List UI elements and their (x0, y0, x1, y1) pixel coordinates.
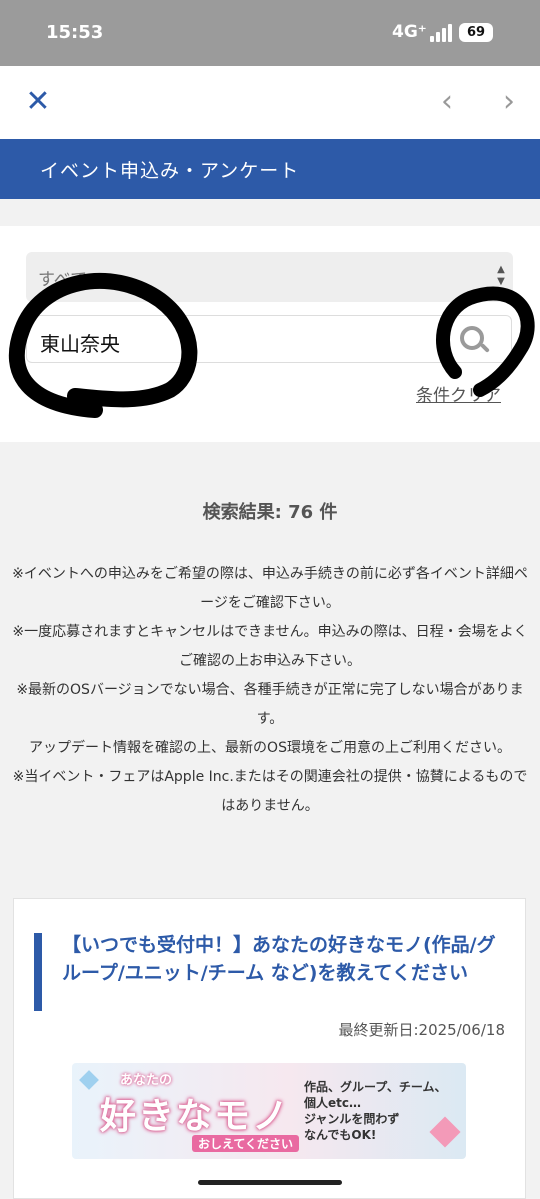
chevron-right-icon[interactable]: › (494, 86, 524, 118)
event-card[interactable]: 【いつでも受付中！】あなたの好きなモノ(作品/グループ/ユニット/チーム など)… (13, 898, 526, 1199)
page-header: イベント申込み・アンケート (0, 139, 540, 199)
search-panel: すべて ▲ ▼ 東山奈央 条件クリア (0, 226, 540, 442)
network-indicator: 4G⁺ (392, 22, 427, 42)
top-navigation: ✕ ‹ › (0, 66, 540, 139)
event-banner-image[interactable]: あなたの 好きなモノ おしえてください 作品、グループ、チーム、 個人etc… … (72, 1063, 466, 1159)
category-select[interactable]: すべて ▲ ▼ (26, 252, 513, 302)
notice-item: ※イベントへの申込みをご希望の際は、申込み手続きの前に必ず各イベント詳細ページを… (12, 566, 528, 611)
banner-headline: 好きなモノ (100, 1096, 291, 1137)
heart-icon (79, 1070, 99, 1090)
keyword-input-value: 東山奈央 (40, 332, 120, 356)
notice-item: ※最新のOSバージョンでない場合、各種手続きが正常に完了しない場合があります。 (16, 682, 524, 727)
select-arrows-icon: ▲ ▼ (497, 264, 505, 287)
result-count: 検索結果: 76 件 (202, 502, 338, 523)
banner-small-text: あなたの (120, 1073, 173, 1088)
battery-icon: 69 (459, 23, 493, 42)
banner-subtext: おしえてください (192, 1135, 300, 1152)
notice-item: ※一度応募されますとキャンセルはできません。申込みの際は、日程・会場をよくご確認… (12, 624, 528, 669)
event-title[interactable]: 【いつでも受付中！】あなたの好きなモノ(作品/グループ/ユニット/チーム など)… (62, 931, 502, 987)
close-icon[interactable]: ✕ (22, 86, 54, 118)
search-button[interactable] (432, 318, 510, 360)
status-bar: 15:53 4G⁺ 69 (0, 0, 540, 66)
banner-description: 作品、グループ、チーム、 個人etc… ジャンルを問わず なんでもOK! (304, 1080, 447, 1142)
card-accent-bar (34, 933, 42, 1011)
updated-date: 最終更新日:2025/06/18 (338, 1021, 505, 1039)
notice-item: ※当イベント・フェアはApple Inc.またはその関連会社の提供・協賛によるも… (12, 769, 528, 814)
home-indicator[interactable] (198, 1180, 342, 1185)
chevron-left-icon[interactable]: ‹ (432, 86, 462, 118)
notice-item: アップデート情報を確認の上、最新のOS環境をご用意の上ご利用ください。 (29, 740, 511, 756)
page-title: イベント申込み・アンケート (40, 160, 300, 182)
signal-icon (430, 24, 454, 42)
category-select-value: すべて (38, 270, 88, 290)
clear-conditions-link[interactable]: 条件クリア (416, 381, 501, 406)
status-time: 15:53 (46, 22, 104, 43)
notice-list: ※イベントへの申込みをご希望の際は、申込み手続きの前に必ず各イベント詳細ページを… (10, 560, 530, 821)
